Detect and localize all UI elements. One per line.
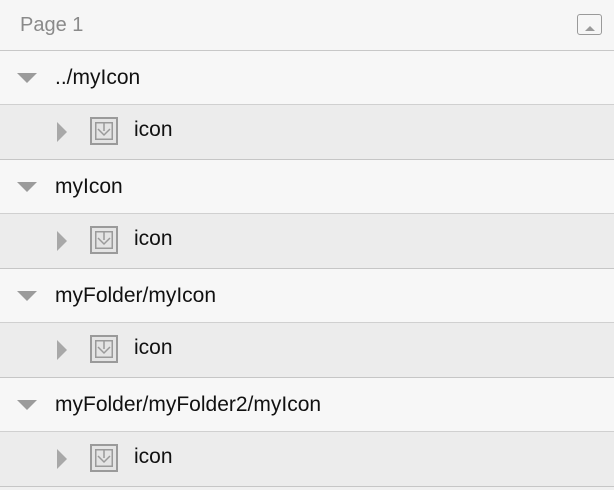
layer-row[interactable]: icon	[0, 323, 614, 378]
symbol-icon	[90, 117, 118, 145]
layer-group: myIcon icon	[0, 160, 614, 269]
layer-group: myFolder/myIcon icon	[0, 269, 614, 378]
disclosure-collapsed-icon[interactable]	[57, 231, 67, 251]
symbol-icon	[90, 226, 118, 254]
group-label: myFolder/myFolder2/myIcon	[55, 392, 322, 416]
symbol-icon	[90, 335, 118, 363]
page-header[interactable]: Page 1	[0, 0, 614, 51]
layer-row[interactable]: icon	[0, 214, 614, 269]
layer-group: ../myIcon icon	[0, 51, 614, 160]
disclosure-collapsed-icon[interactable]	[57, 449, 67, 469]
disclosure-collapsed-icon[interactable]	[57, 122, 67, 142]
collapse-panel-icon[interactable]	[577, 14, 602, 35]
group-label: myFolder/myIcon	[55, 283, 217, 307]
symbol-icon	[90, 444, 118, 472]
layer-label: icon	[134, 118, 173, 141]
layer-group: myFolder/myFolder2/myIcon icon	[0, 378, 614, 487]
disclosure-expanded-icon[interactable]	[17, 291, 37, 301]
group-row[interactable]: myFolder/myIcon	[0, 269, 614, 323]
layer-row[interactable]: icon	[0, 432, 614, 487]
layer-label: icon	[134, 445, 173, 468]
disclosure-expanded-icon[interactable]	[17, 73, 37, 83]
group-label: myIcon	[55, 174, 123, 198]
group-row[interactable]: myIcon	[0, 160, 614, 214]
page-title: Page 1	[20, 13, 84, 36]
group-row[interactable]: ../myIcon	[0, 51, 614, 105]
layer-row[interactable]: icon	[0, 105, 614, 160]
layers-panel: Page 1 ../myIcon icon myIcon icon myFold…	[0, 0, 614, 490]
layer-label: icon	[134, 336, 173, 359]
disclosure-expanded-icon[interactable]	[17, 182, 37, 192]
group-row[interactable]: myFolder/myFolder2/myIcon	[0, 378, 614, 432]
disclosure-expanded-icon[interactable]	[17, 400, 37, 410]
disclosure-collapsed-icon[interactable]	[57, 340, 67, 360]
layer-label: icon	[134, 227, 173, 250]
group-label: ../myIcon	[55, 65, 141, 89]
